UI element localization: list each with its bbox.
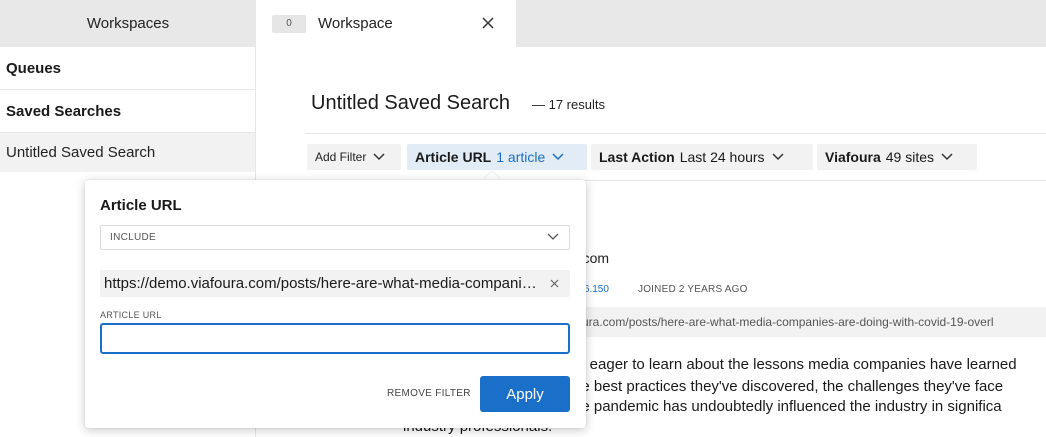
result-count: — 17 results <box>532 97 605 112</box>
tab-workspace[interactable]: 0 Workspace <box>256 0 516 47</box>
chevron-down-icon <box>547 233 559 240</box>
article-url-input[interactable] <box>100 323 570 354</box>
comment-joined-date: JOINED 2 YEARS AGO <box>638 284 748 295</box>
include-mode-value: INCLUDE <box>110 232 156 243</box>
sidebar-section-label: Saved Searches <box>6 102 122 120</box>
tab-count-badge: 0 <box>272 14 306 33</box>
article-url-label: ARTICLE URL <box>100 310 162 320</box>
divider <box>305 133 1046 134</box>
comment-text-line: he best practices they've discovered, th… <box>573 378 1004 395</box>
chevron-down-icon <box>772 153 784 161</box>
last-action-filter-chip[interactable]: Last Action Last 24 hours <box>591 144 813 170</box>
filter-name: Article URL <box>415 149 492 165</box>
page-title: Untitled Saved Search <box>311 92 511 114</box>
close-icon[interactable] <box>478 13 498 33</box>
close-icon[interactable] <box>550 279 559 288</box>
tab-workspaces[interactable]: Workspaces <box>0 0 256 47</box>
popup-title: Article URL <box>100 197 182 214</box>
article-url-token: https://demo.viafoura.com/posts/here-are… <box>100 270 570 297</box>
article-url-filter-popup: Article URL INCLUDE https://demo.viafour… <box>85 180 586 428</box>
comment-article-url[interactable]: foura.com/posts/here-are-what-media-comp… <box>560 307 1046 337</box>
sidebar-item-untitled-saved-search[interactable]: Untitled Saved Search <box>0 133 255 172</box>
article-url-filter-chip[interactable]: Article URL 1 article <box>407 144 587 170</box>
chevron-down-icon <box>373 153 385 161</box>
add-filter-button[interactable]: Add Filter <box>307 144 401 170</box>
comment-text-line: m eager to learn about the lessons media… <box>573 356 1017 373</box>
chevron-down-icon <box>552 153 564 161</box>
apply-button[interactable]: Apply <box>480 376 570 412</box>
filter-name: Last Action <box>599 149 675 165</box>
remove-filter-button[interactable]: REMOVE FILTER <box>387 388 471 399</box>
filter-value: Last 24 hours <box>679 149 765 165</box>
tab-workspace-label: Workspace <box>318 15 393 32</box>
top-tab-bar: Workspaces 0 Workspace <box>0 0 1046 47</box>
comment-text-line: he pandemic has undoubtedly influenced t… <box>573 398 1002 415</box>
sidebar-item-label: Untitled Saved Search <box>6 144 156 161</box>
chevron-down-icon <box>941 153 953 161</box>
filter-value: 1 article <box>496 149 546 165</box>
filter-value: 49 sites <box>885 149 935 165</box>
filter-name: Viafoura <box>825 149 881 165</box>
include-mode-select[interactable]: INCLUDE <box>100 225 570 250</box>
add-filter-label: Add Filter <box>315 150 367 164</box>
sidebar-item-queues[interactable]: Queues <box>0 47 255 90</box>
tab-workspaces-label: Workspaces <box>86 15 170 32</box>
sidebar-item-label: Queues <box>6 59 62 77</box>
article-url-token-text: https://demo.viafoura.com/posts/here-are… <box>104 275 544 292</box>
viafoura-sites-filter-chip[interactable]: Viafoura 49 sites <box>817 144 977 170</box>
sidebar-section-saved-searches[interactable]: Saved Searches <box>0 90 255 133</box>
